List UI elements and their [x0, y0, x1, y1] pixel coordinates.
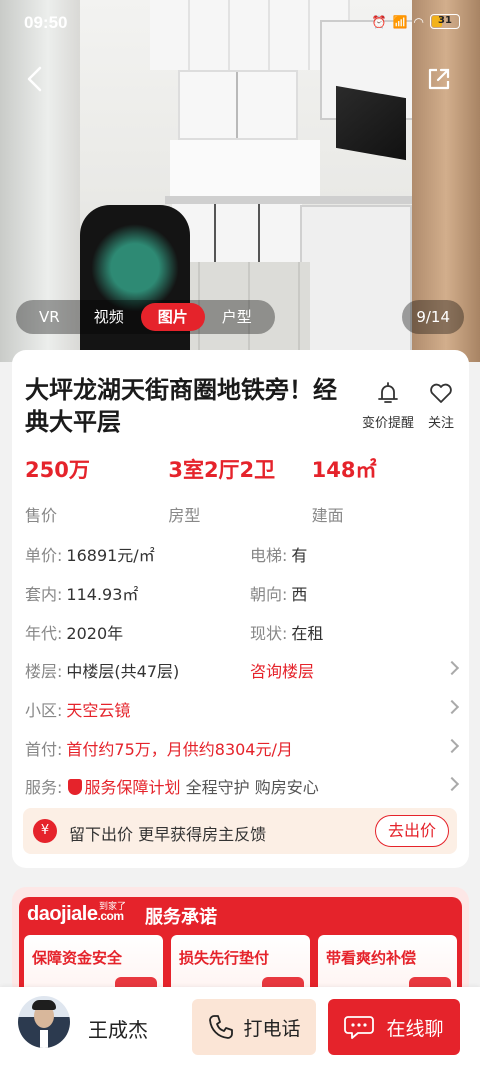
wifi-icon: ◠: [413, 14, 424, 29]
chat-icon: [344, 1016, 375, 1039]
battery-icon: 31: [430, 14, 460, 29]
chevron-left-icon: [27, 66, 42, 92]
bid-bar: ¥ 留下出价 更早获得房主反馈 去出价: [23, 808, 457, 854]
tab-floorplan[interactable]: 户型: [205, 303, 269, 331]
detail-floor: 楼层: 中楼层(共47层): [25, 662, 180, 681]
tab-photos[interactable]: 图片: [140, 303, 205, 331]
phone-icon: [209, 1015, 234, 1039]
chevron-right-icon[interactable]: [444, 738, 460, 754]
detail-elevator: 电梯: 有: [250, 546, 308, 565]
detail-service[interactable]: 服务: 服务保障计划 全程守护 购房安心: [25, 774, 319, 798]
call-button[interactable]: 打电话: [192, 999, 316, 1055]
consult-floor-link[interactable]: 咨询楼层: [250, 658, 314, 682]
agent-avatar[interactable]: [18, 996, 70, 1048]
detail-status: 现状: 在租: [250, 624, 324, 643]
photo-counter: 9/14: [402, 300, 464, 334]
detail-inner-area: 套内: 114.93㎡: [25, 585, 139, 604]
chat-button[interactable]: 在线聊: [328, 999, 460, 1055]
stat-layout: 3室2厅2卫 房型: [168, 458, 276, 525]
brand-tag: 到家了: [99, 902, 127, 912]
alarm-icon: ⏰: [371, 14, 387, 29]
key-stats: 250万 售价 3室2厅2卫 房型 148㎡ 建面: [25, 454, 455, 526]
chevron-right-icon[interactable]: [444, 660, 460, 676]
price-alert-button[interactable]: 变价提醒: [362, 380, 414, 431]
media-tabs: VR 视频 图片 户型: [16, 300, 275, 334]
service-promise-card[interactable]: daojiale.com 到家了 服务承诺 保障资金安全 损失先行垫付 带看爽约…: [12, 887, 469, 997]
shield-icon: [67, 779, 82, 795]
tab-video[interactable]: 视频: [77, 303, 141, 331]
chevron-right-icon[interactable]: [444, 776, 460, 792]
back-button[interactable]: [20, 64, 50, 94]
stat-price: 250万 售价: [25, 458, 90, 525]
service-promise-title: 服务承诺: [145, 907, 217, 928]
follow-label: 关注: [428, 416, 455, 431]
tab-vr[interactable]: VR: [22, 303, 77, 331]
follow-button[interactable]: 关注: [428, 380, 454, 431]
detail-down-payment[interactable]: 首付: 首付约75万，月供约8304元/月: [25, 736, 293, 760]
price-alert-label: 变价提醒: [362, 416, 415, 431]
heart-icon: [430, 383, 452, 403]
detail-year: 年代: 2020年: [25, 624, 124, 643]
yuan-coin-icon: ¥: [33, 819, 57, 843]
chat-label: 在线聊: [386, 1017, 444, 1040]
share-button[interactable]: [424, 64, 454, 94]
battery-level: 31: [438, 15, 452, 26]
make-offer-button[interactable]: 去出价: [374, 815, 449, 847]
detail-unit-price: 单价: 16891元/㎡: [25, 546, 155, 565]
bell-icon: [378, 382, 398, 403]
bid-prompt: 留下出价 更早获得房主反馈: [69, 825, 267, 844]
listing-info-card: 大坪龙湖天街商圈地铁旁！经典大平层 变价提醒 关注 250万 售价 3室2厅2卫…: [12, 350, 469, 868]
agent-name[interactable]: 王成杰: [88, 1014, 148, 1043]
detail-orientation: 朝向: 西: [250, 585, 308, 604]
chevron-right-icon[interactable]: [444, 699, 460, 715]
stat-area: 148㎡ 建面: [311, 458, 377, 525]
call-label: 打电话: [243, 1017, 301, 1040]
status-bar: 09:50 ⏰ 📶 ◠ 31: [0, 0, 480, 46]
listing-title: 大坪龙湖天街商圈地铁旁！经典大平层: [25, 376, 337, 436]
bottom-action-bar: 王成杰 打电话 在线聊: [0, 987, 480, 1067]
status-time: 09:50: [24, 13, 68, 32]
signal-icon: 📶: [392, 14, 408, 29]
share-icon: [428, 68, 450, 90]
detail-community[interactable]: 小区: 天空云镜: [25, 697, 130, 721]
